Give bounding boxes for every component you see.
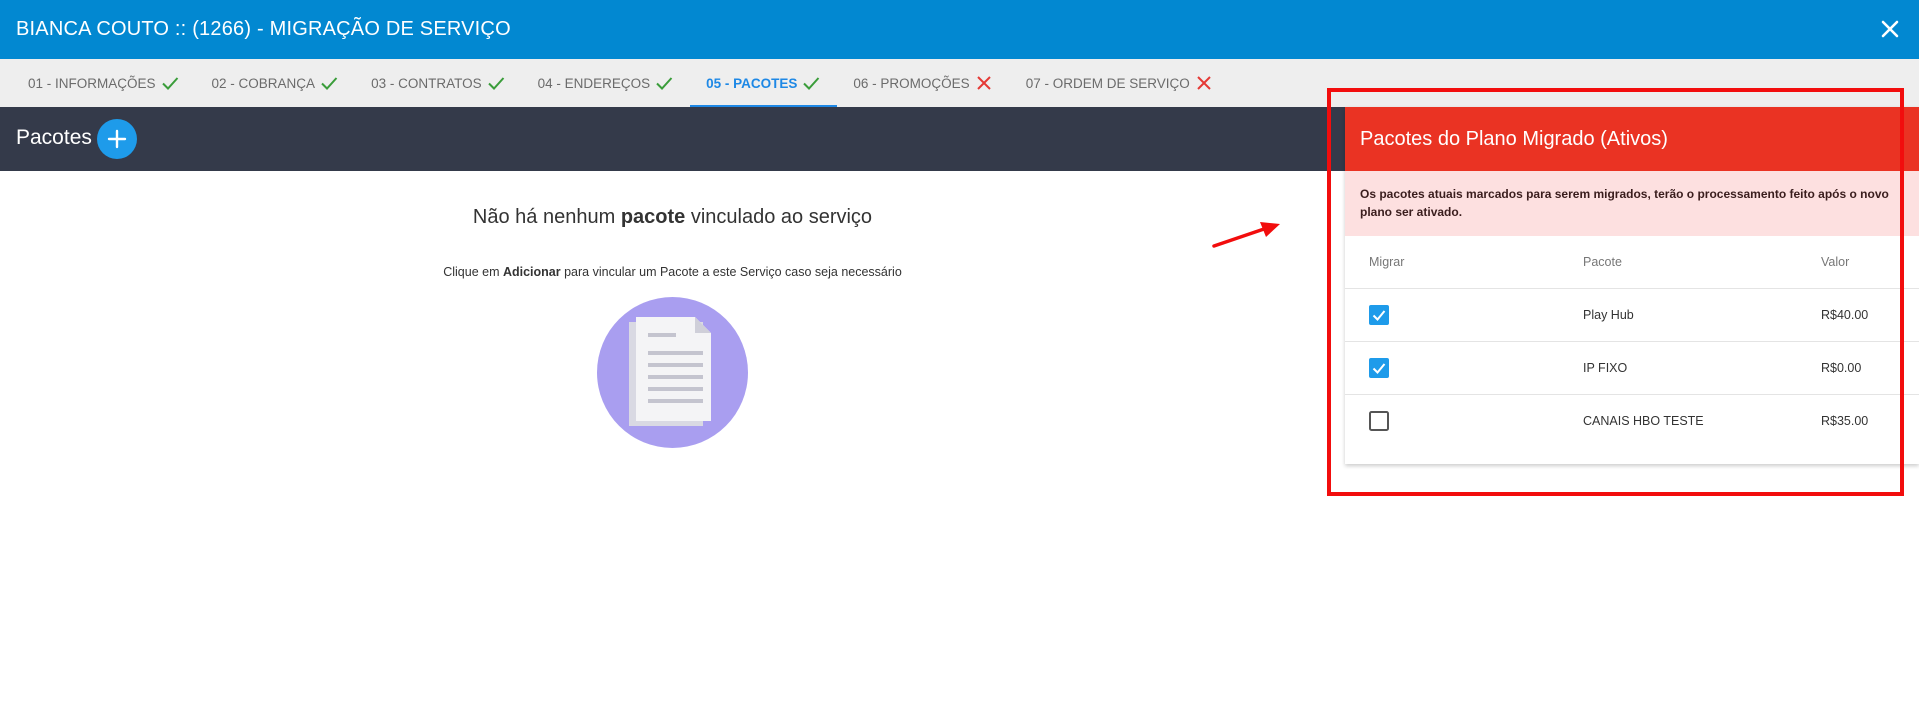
tab-label: 01 - INFORMAÇÕES	[28, 75, 156, 91]
check-icon	[803, 77, 820, 90]
window-titlebar: BIANCA COUTO :: (1266) - MIGRAÇÃO DE SER…	[0, 0, 1919, 59]
plus-icon	[107, 129, 127, 149]
empty-sub-text-end: para vincular um Pacote a este Serviço c…	[560, 265, 902, 279]
table-row: Play Hub R$40.00	[1345, 288, 1919, 342]
check-icon	[161, 77, 178, 90]
pacote-cell: IP FIXO	[1583, 341, 1821, 395]
x-icon	[976, 76, 991, 90]
tab-label: 04 - ENDEREÇOS	[537, 75, 651, 91]
tab-label: 03 - CONTRATOS	[371, 75, 482, 91]
empty-state-subtitle: Clique em Adicionar para vincular um Pac…	[0, 265, 1345, 279]
empty-sub-text: Clique em	[443, 265, 503, 279]
panel-note: Os pacotes atuais marcados para serem mi…	[1345, 171, 1919, 236]
section-title: Pacotes	[16, 126, 92, 149]
check-icon	[656, 77, 673, 90]
tab-informacoes[interactable]: 01 - INFORMAÇÕES	[0, 59, 196, 107]
table-row: IP FIXO R$0.00	[1345, 341, 1919, 395]
add-package-button[interactable]	[97, 119, 137, 159]
packages-table: Migrar Pacote Valor Play Hub R$40.00 IP …	[1345, 236, 1919, 447]
tab-cobranca[interactable]: 02 - COBRANÇA	[196, 59, 356, 107]
check-icon	[487, 77, 504, 90]
column-pacote: Pacote	[1583, 236, 1821, 289]
tab-promocoes[interactable]: 06 - PROMOÇÕES	[837, 59, 1009, 107]
migrated-packages-panel: Pacotes do Plano Migrado (Ativos) Os pac…	[1345, 107, 1919, 464]
migrar-cell	[1345, 341, 1583, 395]
migrar-cell	[1345, 288, 1583, 342]
panel-title: Pacotes do Plano Migrado (Ativos)	[1345, 107, 1919, 171]
empty-sub-bold: Adicionar	[502, 265, 561, 279]
tab-label: 05 - PACOTES	[706, 75, 798, 91]
checkbox-checked[interactable]	[1369, 305, 1389, 325]
tab-label: 06 - PROMOÇÕES	[853, 75, 970, 91]
empty-title-bold: pacote	[620, 206, 686, 228]
column-valor: Valor	[1821, 236, 1919, 289]
tab-contratos[interactable]: 03 - CONTRATOS	[355, 59, 522, 107]
document-icon	[597, 297, 748, 448]
checkbox-checked[interactable]	[1369, 358, 1389, 378]
valor-cell: R$40.00	[1821, 288, 1919, 342]
tab-pacotes[interactable]: 05 - PACOTES	[690, 59, 838, 107]
valor-cell: R$0.00	[1821, 341, 1919, 395]
tab-label: 02 - COBRANÇA	[211, 75, 316, 91]
check-icon	[321, 77, 338, 90]
valor-cell: R$35.00	[1821, 414, 1869, 428]
x-icon	[1197, 76, 1211, 90]
pacote-cell: CANAIS HBO TESTE	[1583, 414, 1704, 428]
empty-state-title: Não há nenhum pacote vinculado ao serviç…	[0, 206, 1345, 229]
close-icon[interactable]	[1875, 14, 1905, 44]
window-title: BIANCA COUTO :: (1266) - MIGRAÇÃO DE SER…	[16, 18, 511, 40]
tab-enderecos[interactable]: 04 - ENDEREÇOS	[522, 59, 691, 107]
tab-bar: 01 - INFORMAÇÕES 02 - COBRANÇA 03 - CONT…	[0, 59, 1919, 107]
column-migrar: Migrar	[1345, 236, 1583, 289]
checkbox-unchecked[interactable]	[1369, 411, 1389, 431]
tab-label: 07 - ORDEM DE SERVIÇO	[1025, 75, 1190, 91]
migrar-cell	[1345, 395, 1583, 448]
table-row: CANAIS HBO TESTE R$35.00	[1345, 395, 1919, 448]
tab-ordem-de-servico[interactable]: 07 - ORDEM DE SERVIÇO	[1010, 59, 1230, 107]
empty-title-text-end: vinculado ao serviço	[685, 206, 873, 228]
empty-title-text: Não há nenhum	[472, 206, 621, 228]
table-header-row: Migrar Pacote Valor	[1345, 236, 1919, 289]
pacote-cell: Play Hub	[1583, 288, 1821, 342]
annotation-arrow	[1212, 222, 1280, 248]
